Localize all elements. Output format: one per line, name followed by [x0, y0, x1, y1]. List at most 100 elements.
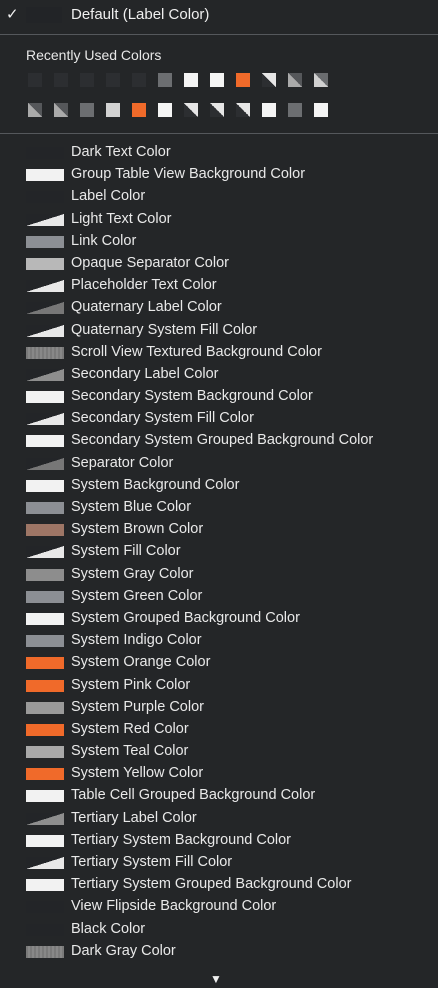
color-label: Black Color	[71, 920, 146, 937]
color-menu-item[interactable]: Dark Gray Color	[0, 942, 438, 964]
color-menu-item[interactable]: Placeholder Text Color	[0, 276, 438, 298]
color-label: Secondary System Fill Color	[71, 410, 254, 427]
color-swatch	[26, 257, 64, 270]
color-label: Group Table View Background Color	[71, 166, 306, 183]
recent-color-swatch[interactable]	[28, 103, 42, 117]
color-swatch	[26, 790, 64, 803]
recent-color-swatch[interactable]	[210, 103, 224, 117]
recent-color-swatch[interactable]	[210, 73, 224, 87]
color-swatch	[26, 812, 64, 825]
menu-separator	[0, 133, 438, 134]
color-menu-item[interactable]: View Flipside Background Color	[0, 897, 438, 919]
color-menu-item[interactable]: Tertiary System Background Color	[0, 831, 438, 853]
color-picker-menu: ✓ Default (Label Color) Recently Used Co…	[0, 0, 438, 988]
recent-color-swatch[interactable]	[80, 103, 94, 117]
color-menu-item[interactable]: Tertiary System Grouped Background Color	[0, 875, 438, 897]
color-menu-item[interactable]: System Indigo Color	[0, 631, 438, 653]
color-menu-item[interactable]: Secondary System Grouped Background Colo…	[0, 431, 438, 453]
color-menu-item[interactable]: System Orange Color	[0, 653, 438, 675]
color-menu-item[interactable]: System Red Color	[0, 720, 438, 742]
color-menu-item[interactable]: Secondary System Background Color	[0, 387, 438, 409]
color-menu-item[interactable]: Secondary System Fill Color	[0, 409, 438, 431]
color-menu-item[interactable]: System Green Color	[0, 587, 438, 609]
recent-color-swatch[interactable]	[262, 103, 276, 117]
recent-color-swatch[interactable]	[262, 73, 276, 87]
recent-color-swatch[interactable]	[106, 73, 120, 87]
color-swatch	[26, 213, 64, 226]
recent-color-swatch[interactable]	[236, 103, 250, 117]
color-swatch	[26, 590, 64, 603]
color-menu-item[interactable]: Light Text Color	[0, 210, 438, 232]
color-swatch	[26, 435, 64, 448]
recent-color-swatch[interactable]	[158, 73, 172, 87]
color-menu-item[interactable]: Black Color	[0, 920, 438, 942]
color-label: Placeholder Text Color	[71, 277, 217, 294]
color-label: System Background Color	[71, 476, 240, 493]
recent-color-swatch[interactable]	[288, 103, 302, 117]
recent-color-swatch[interactable]	[80, 73, 94, 87]
color-label: System Green Color	[71, 587, 203, 604]
color-menu-item[interactable]: Tertiary Label Color	[0, 809, 438, 831]
recent-color-swatch[interactable]	[132, 103, 146, 117]
color-swatch	[26, 368, 64, 381]
color-swatch	[26, 324, 64, 337]
color-menu-item[interactable]: System Pink Color	[0, 676, 438, 698]
color-menu-item[interactable]: Scroll View Textured Background Color	[0, 343, 438, 365]
color-label: System Blue Color	[71, 499, 192, 515]
color-swatch	[26, 768, 64, 781]
color-menu-item[interactable]: System Purple Color	[0, 698, 438, 720]
recent-color-swatch[interactable]	[314, 73, 328, 87]
color-menu-item[interactable]: System Background Color	[0, 476, 438, 498]
color-menu-item[interactable]: System Grouped Background Color	[0, 609, 438, 631]
color-swatch	[26, 746, 64, 759]
color-label: Quaternary Label Color	[71, 299, 222, 316]
color-swatch	[26, 568, 64, 581]
color-menu-item[interactable]: Table Cell Grouped Background Color	[0, 786, 438, 808]
color-swatch	[26, 169, 64, 182]
recent-color-swatch[interactable]	[132, 73, 146, 87]
recent-color-swatch[interactable]	[184, 103, 198, 117]
color-menu-item[interactable]: Opaque Separator Color	[0, 254, 438, 276]
recent-color-swatch[interactable]	[288, 73, 302, 87]
recent-color-swatch[interactable]	[184, 73, 198, 87]
recent-color-swatch[interactable]	[28, 73, 42, 87]
color-list: Dark Text Color Group Table View Backgrou…	[0, 143, 438, 964]
color-menu-item[interactable]: Dark Text Color	[0, 143, 438, 165]
default-color-item[interactable]: ✓ Default (Label Color)	[0, 4, 438, 26]
color-menu-item[interactable]: Label Color	[0, 187, 438, 209]
color-menu-item[interactable]: System Brown Color	[0, 520, 438, 542]
color-swatch	[26, 235, 64, 248]
color-menu-item[interactable]: Quaternary System Fill Color	[0, 321, 438, 343]
color-menu-item[interactable]: Separator Color	[0, 454, 438, 476]
color-menu-item[interactable]: System Gray Color	[0, 565, 438, 587]
recent-color-swatch[interactable]	[106, 103, 120, 117]
color-label: System Pink Color	[71, 676, 191, 693]
color-label: Tertiary System Fill Color	[71, 854, 233, 870]
scroll-down-arrow-icon[interactable]: ▼	[210, 972, 222, 986]
color-menu-item[interactable]: Link Color	[0, 232, 438, 254]
menu-separator	[0, 34, 438, 35]
recent-colors-row	[28, 103, 328, 117]
color-swatch	[26, 457, 64, 470]
color-menu-item[interactable]: Secondary Label Color	[0, 365, 438, 387]
color-label: Label Color	[71, 188, 146, 205]
color-label: Scroll View Textured Background Color	[71, 343, 322, 360]
recent-color-swatch[interactable]	[158, 103, 172, 117]
color-label: Secondary System Grouped Background Colo…	[71, 432, 374, 449]
color-menu-item[interactable]: Tertiary System Fill Color	[0, 853, 438, 875]
recent-color-swatch[interactable]	[54, 73, 68, 87]
recent-color-swatch[interactable]	[54, 103, 68, 117]
recent-color-swatch[interactable]	[314, 103, 328, 117]
color-menu-item[interactable]: Group Table View Background Color	[0, 165, 438, 187]
color-swatch	[26, 191, 64, 204]
color-menu-item[interactable]: Quaternary Label Color	[0, 298, 438, 320]
color-swatch	[26, 546, 64, 559]
color-menu-item[interactable]: System Yellow Color	[0, 764, 438, 786]
color-menu-item[interactable]: System Fill Color	[0, 542, 438, 564]
color-swatch	[26, 723, 64, 736]
color-menu-item[interactable]: System Teal Color	[0, 742, 438, 764]
color-menu-item[interactable]: System Blue Color	[0, 498, 438, 520]
recent-color-swatch[interactable]	[236, 73, 250, 87]
checkmark-icon: ✓	[6, 6, 19, 23]
color-label: Tertiary Label Color	[71, 809, 197, 826]
